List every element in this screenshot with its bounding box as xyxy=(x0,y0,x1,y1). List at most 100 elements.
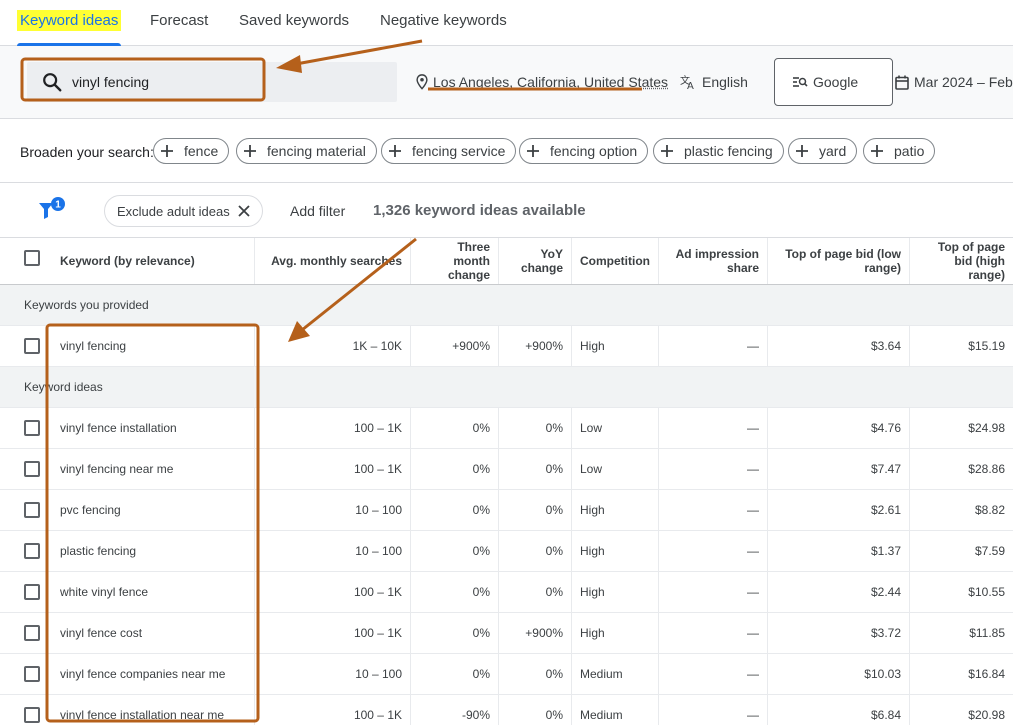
row-checkbox[interactable] xyxy=(24,666,40,682)
row-checkbox[interactable] xyxy=(24,584,40,600)
bid-low-cell: $3.72 xyxy=(767,613,909,653)
competition-cell: High xyxy=(571,613,658,653)
filter-count-badge: 1 xyxy=(55,200,61,211)
col-avg-monthly-searches[interactable]: Avg. monthly searches xyxy=(254,238,410,284)
competition-cell: High xyxy=(571,531,658,571)
searches-cell: 100 – 1K xyxy=(254,613,410,653)
tab-keyword-ideas[interactable]: Keyword ideas xyxy=(17,0,122,46)
broaden-chip-fencing-service[interactable]: fencing service xyxy=(381,138,517,164)
keyword-cell: vinyl fencing xyxy=(60,339,127,353)
impression-cell: — xyxy=(658,613,767,653)
row-checkbox[interactable] xyxy=(24,543,40,559)
competition-cell: High xyxy=(571,490,658,530)
search-network-icon xyxy=(793,77,808,87)
broaden-chip-fence[interactable]: fence xyxy=(153,138,230,164)
row-checkbox[interactable] xyxy=(24,707,40,723)
competition-cell: High xyxy=(571,326,658,366)
bid-high-cell: $10.55 xyxy=(909,572,1013,612)
col-bid-low[interactable]: Top of page bid (low range) xyxy=(767,238,909,284)
table-row[interactable]: plastic fencing 10 – 100 0% 0% High — $1.37 $7.… xyxy=(0,531,1013,572)
col-three-month-change[interactable]: Three month change xyxy=(410,238,498,284)
tab-label: Forecast xyxy=(150,12,209,29)
chip-label: plastic fencing xyxy=(684,143,773,159)
impression-cell: — xyxy=(658,449,767,489)
tab-negative-keywords[interactable]: Negative keywords xyxy=(380,0,507,46)
col-keyword[interactable]: Keyword (by relevance) xyxy=(52,238,254,284)
three-month-cell: 0% xyxy=(410,613,498,653)
add-filter-button[interactable]: Add filter xyxy=(290,203,345,219)
language-label: English xyxy=(702,74,748,90)
keyword-search-box[interactable] xyxy=(27,62,397,102)
plus-icon xyxy=(244,145,256,157)
row-checkbox[interactable] xyxy=(24,461,40,477)
chip-label: fencing service xyxy=(412,143,506,159)
yoy-cell: 0% xyxy=(498,408,571,448)
plus-icon xyxy=(527,145,539,157)
bid-low-cell: $6.84 xyxy=(767,695,909,725)
calendar-icon xyxy=(895,75,909,90)
bid-high-cell: $24.98 xyxy=(909,408,1013,448)
date-range-selector[interactable]: Mar 2024 – Feb 2025 xyxy=(895,72,1013,92)
impression-cell: — xyxy=(658,490,767,530)
col-yoy-change[interactable]: YoY change xyxy=(498,238,571,284)
yoy-cell: 0% xyxy=(498,572,571,612)
col-competition[interactable]: Competition xyxy=(571,238,658,284)
broaden-chip-fencing-material[interactable]: fencing material xyxy=(236,138,377,164)
date-range-label: Mar 2024 – Feb 2025 xyxy=(914,74,1013,90)
location-selector[interactable]: Los Angeles, California, United States xyxy=(415,72,668,92)
tab-label: Negative keywords xyxy=(380,12,507,29)
bid-low-cell: $1.37 xyxy=(767,531,909,571)
searches-cell: 100 – 1K xyxy=(254,695,410,725)
broaden-chip-plastic-fencing[interactable]: plastic fencing xyxy=(653,138,784,164)
searches-cell: 10 – 100 xyxy=(254,490,410,530)
language-selector[interactable]: 文 A English xyxy=(680,72,748,92)
bid-low-cell: $3.64 xyxy=(767,326,909,366)
row-checkbox[interactable] xyxy=(24,502,40,518)
tab-saved-keywords[interactable]: Saved keywords xyxy=(239,0,349,46)
searches-cell: 10 – 100 xyxy=(254,654,410,694)
three-month-cell: 0% xyxy=(410,572,498,612)
row-checkbox[interactable] xyxy=(24,625,40,641)
table-row[interactable]: vinyl fence installation near me 100 – 1K… xyxy=(0,695,1013,725)
network-selector[interactable]: Google xyxy=(774,58,893,106)
keyword-cell: vinyl fencing near me xyxy=(60,462,174,476)
broaden-chip-patio[interactable]: patio xyxy=(863,138,936,164)
group-header-provided: Keywords you provided xyxy=(0,285,1013,326)
keyword-table: Keyword (by relevance) Avg. monthly sear… xyxy=(0,238,1013,725)
row-checkbox[interactable] xyxy=(24,338,40,354)
plus-icon xyxy=(161,145,173,157)
plus-icon xyxy=(871,145,883,157)
table-row[interactable]: vinyl fencing 1K – 10K +900% +900% High — $3.6… xyxy=(0,326,1013,367)
table-row[interactable]: vinyl fence cost 100 – 1K 0% +900% High — $3.7… xyxy=(0,613,1013,654)
three-month-cell: 0% xyxy=(410,654,498,694)
impression-cell: — xyxy=(658,695,767,725)
provided-rows: vinyl fencing 1K – 10K +900% +900% High — $3.6… xyxy=(0,326,1013,367)
broaden-chip-yard[interactable]: yard xyxy=(788,138,858,164)
bid-high-cell: $16.84 xyxy=(909,654,1013,694)
table-row[interactable]: white vinyl fence 100 – 1K 0% 0% High — $2.44 $… xyxy=(0,572,1013,613)
keyword-cell: vinyl fence cost xyxy=(60,626,143,640)
competition-cell: Low xyxy=(571,408,658,448)
tab-forecast[interactable]: Forecast xyxy=(150,0,208,46)
broaden-chip-fencing-option[interactable]: fencing option xyxy=(519,138,649,164)
searches-cell: 100 – 1K xyxy=(254,572,410,612)
table-row[interactable]: vinyl fence companies near me 10 – 100 0% 0… xyxy=(0,654,1013,695)
competition-cell: Medium xyxy=(571,654,658,694)
chip-label: yard xyxy=(819,143,847,159)
competition-cell: Low xyxy=(571,449,658,489)
group-label: Keyword ideas xyxy=(24,380,103,394)
filter-icon[interactable]: 1 xyxy=(38,196,68,222)
close-icon[interactable] xyxy=(238,205,250,217)
search-input[interactable] xyxy=(72,70,372,94)
bid-high-cell: $28.86 xyxy=(909,449,1013,489)
searches-cell: 100 – 1K xyxy=(254,449,410,489)
ideas-count: 1,326 keyword ideas available xyxy=(373,202,586,219)
select-all-checkbox[interactable] xyxy=(24,250,40,266)
table-row[interactable]: vinyl fencing near me 100 – 1K 0% 0% Low — $7.… xyxy=(0,449,1013,490)
row-checkbox[interactable] xyxy=(24,420,40,436)
exclude-adult-ideas-chip[interactable]: Exclude adult ideas xyxy=(104,195,263,227)
table-row[interactable]: vinyl fence installation 100 – 1K 0% 0% Low —… xyxy=(0,408,1013,449)
table-row[interactable]: pvc fencing 10 – 100 0% 0% High — $2.61 $8.82 xyxy=(0,490,1013,531)
col-bid-high[interactable]: Top of page bid (high range) xyxy=(909,238,1013,284)
col-ad-impression-share[interactable]: Ad impression share xyxy=(658,238,767,284)
